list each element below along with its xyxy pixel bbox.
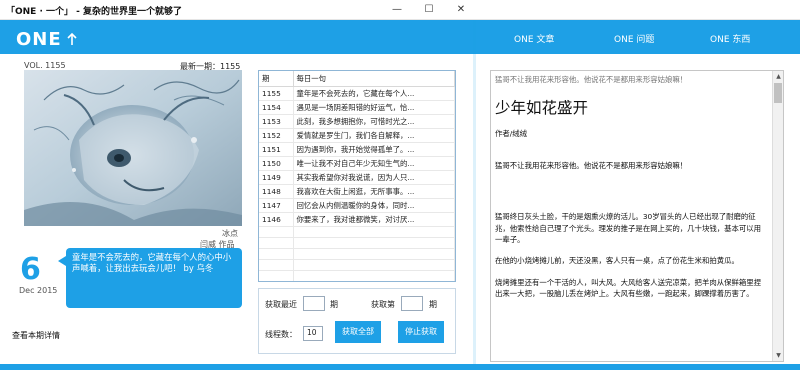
empty-cell	[259, 226, 294, 238]
empty-cell	[293, 259, 455, 271]
quote-cell: 童年是不会死去的，它藏在每个人...	[293, 86, 455, 101]
table-row[interactable]: 1147 回忆会从内侧温暖你的身体，同时...	[259, 198, 455, 213]
issue-number-cell: 1147	[259, 198, 294, 213]
article-title: 少年如花盛开	[495, 99, 589, 118]
fetch-nth-input[interactable]	[401, 296, 423, 311]
daily-quote-bubble: 童年是不会死去的，它藏在每个人的心中小声喊着，让我出去玩会儿吧！ by 乌冬	[58, 248, 242, 308]
quote-cell: 爱情就是罗生门，我们各自解释，...	[293, 128, 455, 143]
empty-cell	[259, 270, 294, 281]
fetch-all-button[interactable]: 获取全部	[335, 321, 381, 343]
nav-article[interactable]: ONE 文章	[514, 32, 554, 45]
header-bar: ONE ONE 文章 ONE 问题 ONE 东西	[0, 20, 800, 54]
issue-number-cell: 1149	[259, 170, 294, 185]
stop-fetch-button[interactable]: 停止获取	[398, 321, 444, 343]
table-row[interactable]: 1146 你要来了，我对谁都微笑，对讨厌...	[259, 212, 455, 227]
empty-cell	[259, 237, 294, 249]
fetch-recent-input[interactable]	[303, 296, 325, 311]
logo: ONE	[16, 29, 62, 50]
quote-cell: 遇见是一场阴差阳错的好运气，恰...	[293, 100, 455, 115]
scroll-up-arrow-icon[interactable]: ▲	[773, 71, 783, 82]
issue-number-cell: 1148	[259, 184, 294, 199]
empty-cell	[259, 248, 294, 260]
empty-cell	[259, 259, 294, 271]
table-row[interactable]: 1150 唯一让我不对自己年少无知生气的...	[259, 156, 455, 171]
title-bar: 「ONE · 一个」 - 复杂的世界里一个就够了 — ☐ ✕	[0, 0, 800, 20]
issue-number-cell: 1153	[259, 114, 294, 129]
empty-cell	[293, 248, 455, 260]
fetch-controls: 获取最近 期 获取第 期 线程数： 10 获取全部 停止获取	[258, 288, 456, 354]
table-row[interactable]: 1155 童年是不会死去的，它藏在每个人...	[259, 86, 455, 101]
quote-cell: 此刻，我多想拥抱你，可惜时光之...	[293, 114, 455, 129]
table-row[interactable]: 1152 爱情就是罗生门，我们各自解释，...	[259, 128, 455, 143]
empty-table-row	[259, 237, 455, 249]
empty-cell	[293, 270, 455, 281]
fetch-nth-unit: 期	[429, 300, 437, 309]
view-issue-details-link[interactable]: 查看本期详情	[12, 330, 60, 341]
quote-cell: 其实我希望你对我说谎，因为人只...	[293, 170, 455, 185]
empty-table-row	[259, 226, 455, 238]
table-row[interactable]: 1148 我喜欢在大街上闲逛，无所事事。...	[259, 184, 455, 199]
article-content: 猛哥不让我用花来形容他。他说花不是都用来形容姑娘嘛！ 少年如花盛开 作者/绒绒 …	[491, 71, 771, 313]
table-header-row: 期 每日一句	[259, 71, 455, 87]
article-quote: 猛哥不让我用花来形容他。他说花不是都用来形容姑娘嘛！	[495, 75, 688, 84]
table-row[interactable]: 1151 因为遇到你，我开始觉得孤单了。...	[259, 142, 455, 157]
nav-things[interactable]: ONE 东西	[710, 32, 750, 45]
quote-cell: 你要来了，我对谁都微笑，对讨厌...	[293, 212, 455, 227]
window-title: 「ONE · 一个」 - 复杂的世界里一个就够了	[6, 7, 183, 17]
quote-cell: 因为遇到你，我开始觉得孤单了。...	[293, 142, 455, 157]
article-paragraph: 在他的小烧烤摊儿前，天还没黑，客人只有一桌，点了份花生米和拍黄瓜。	[495, 256, 739, 266]
fetch-recent-label: 获取最近	[265, 300, 297, 309]
issue-number-cell: 1155	[259, 86, 294, 101]
table-row[interactable]: 1153 此刻，我多想拥抱你，可惜时光之...	[259, 114, 455, 129]
empty-cell	[293, 282, 455, 283]
empty-cell	[259, 282, 293, 283]
article-paragraph: 猛哥终日灰头土脸，干的是烟熏火燎的活儿。30岁冒头的人已经出现了耐磨的征兆，他索…	[495, 212, 762, 245]
column-header-issue[interactable]: 期	[259, 71, 294, 87]
empty-cell	[293, 237, 455, 249]
empty-table-row	[259, 248, 455, 260]
issue-number-cell: 1152	[259, 128, 294, 143]
volume-number: VOL. 1155	[24, 61, 66, 70]
column-header-quote[interactable]: 每日一句	[293, 71, 455, 87]
article-author: 作者/绒绒	[495, 129, 528, 139]
issue-day: 6	[20, 252, 41, 287]
article-viewer[interactable]: 猛哥不让我用花来形容他。他说花不是都用来形容姑娘嘛！ 少年如花盛开 作者/绒绒 …	[490, 70, 784, 362]
issue-number-cell: 1154	[259, 100, 294, 115]
quote-cell: 回忆会从内侧温暖你的身体，同时...	[293, 198, 455, 213]
table-row[interactable]: 1149 其实我希望你对我说谎，因为人只...	[259, 170, 455, 185]
issue-month: Dec 2015	[19, 286, 58, 295]
minimize-button[interactable]: —	[382, 0, 412, 20]
quote-cell: 我喜欢在大街上闲逛，无所事事。...	[293, 184, 455, 199]
table-row[interactable]: 1154 遇见是一场阴差阳错的好运气，恰...	[259, 100, 455, 115]
empty-cell	[293, 226, 455, 238]
illustration-title: 冰点	[222, 229, 238, 238]
article-scrollbar[interactable]: ▲ ▼	[772, 71, 783, 361]
scroll-thumb[interactable]	[774, 83, 782, 103]
issue-number-cell: 1150	[259, 156, 294, 171]
thread-count-input[interactable]: 10	[303, 326, 323, 341]
quote-cell: 唯一让我不对自己年少无知生气的...	[293, 156, 455, 171]
close-button[interactable]: ✕	[446, 0, 476, 20]
empty-table-row	[259, 282, 455, 283]
cover-illustration	[24, 70, 242, 226]
logo-arrow-icon	[67, 32, 77, 45]
issues-table[interactable]: 期 每日一句 1155 童年是不会死去的，它藏在每个人... 1154 遇见是一场阴差…	[258, 70, 456, 282]
thread-count-label: 线程数：	[265, 330, 297, 339]
fetch-nth-label: 获取第	[371, 300, 395, 309]
empty-table-row	[259, 259, 455, 271]
maximize-button[interactable]: ☐	[414, 0, 444, 20]
article-subtitle: 猛哥不让我用花来形容他。他说花不是都用来形容姑娘嘛！	[495, 160, 688, 170]
issue-number-cell: 1151	[259, 142, 294, 157]
scroll-down-arrow-icon[interactable]: ▼	[773, 350, 783, 361]
article-paragraph: 烧烤摊里还有一个干活的人，叫大风。大风给客人送完凉菜，把羊肉从保鲜箱里捏出来一大…	[495, 277, 762, 299]
fetch-recent-unit: 期	[330, 300, 338, 309]
empty-table-row	[259, 270, 455, 281]
nav-question[interactable]: ONE 问题	[614, 32, 654, 45]
footer-bar	[0, 364, 800, 370]
issue-number-cell: 1146	[259, 212, 294, 227]
panel-divider	[473, 20, 476, 364]
